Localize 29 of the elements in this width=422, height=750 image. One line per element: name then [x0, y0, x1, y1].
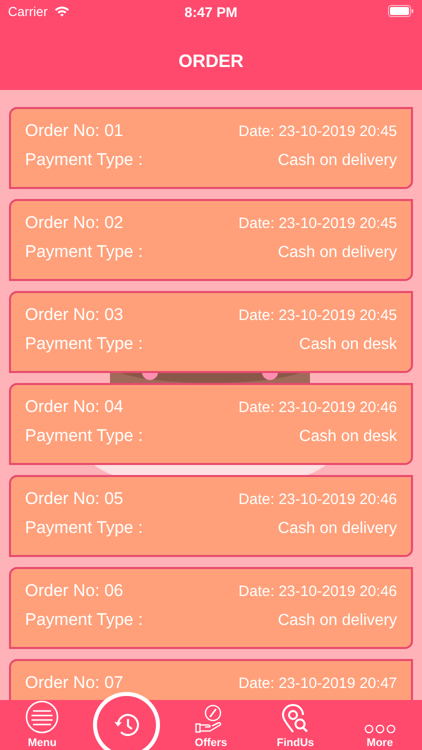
- payment-label: Payment Type :: [25, 242, 143, 262]
- order-date: Date: 23-10-2019 20:45: [238, 123, 397, 140]
- order-date: Date: 23-10-2019 20:46: [238, 583, 397, 600]
- order-number: Order No: 05: [25, 489, 124, 509]
- payment-type: Cash on delivery: [278, 152, 397, 170]
- payment-label: Payment Type :: [25, 150, 143, 170]
- order-number: Order No: 06: [25, 581, 124, 601]
- order-date: Date: 23-10-2019 20:45: [238, 215, 397, 232]
- payment-type: Cash on desk: [299, 428, 397, 446]
- payment-type: Cash on delivery: [278, 244, 397, 262]
- order-date: Date: 23-10-2019 20:46: [238, 491, 397, 508]
- payment-type: Cash on desk: [299, 336, 397, 354]
- order-number: Order No: 02: [25, 213, 124, 233]
- payment-type: Cash on delivery: [278, 520, 397, 538]
- order-date: Date: 23-10-2019 20:45: [238, 307, 397, 324]
- payment-label: Payment Type :: [25, 426, 143, 446]
- order-number: Order No: 07: [25, 673, 124, 693]
- order-date: Date: 23-10-2019 20:47: [238, 675, 397, 692]
- payment-type: Cash on delivery: [278, 612, 397, 630]
- page-title: ORDER: [177, 51, 244, 72]
- order-date: Date: 23-10-2019 20:46: [238, 399, 397, 416]
- status-time: 8:47 PM: [184, 4, 238, 20]
- payment-label: Payment Type :: [25, 518, 143, 538]
- payment-label: Payment Type :: [25, 610, 143, 630]
- carrier-text: Carrier: [8, 4, 48, 18]
- order-number: Order No: 04: [25, 397, 124, 417]
- order-number: Order No: 03: [25, 305, 124, 325]
- order-number: Order No: 01: [25, 121, 124, 141]
- payment-label: Payment Type :: [25, 334, 143, 354]
